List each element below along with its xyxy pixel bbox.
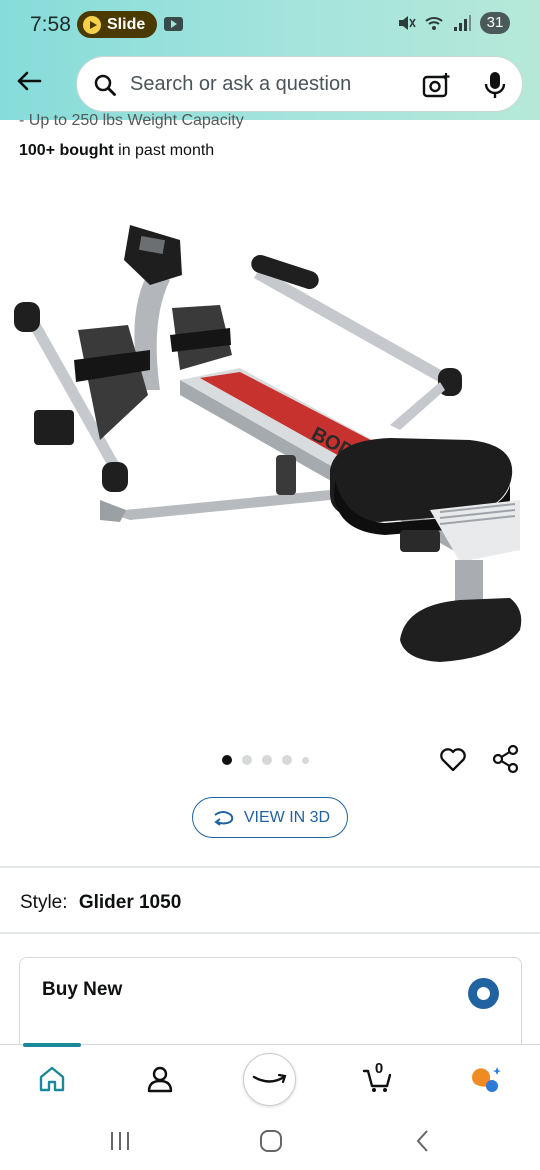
back-arrow-icon[interactable] (14, 66, 44, 96)
front-foot (400, 598, 522, 662)
bought-count: 100+ bought in past month (19, 142, 214, 160)
status-bar: 7:58 Slide 31 (0, 0, 540, 50)
cart-count: 0 (374, 1060, 384, 1077)
status-icons: 31 (396, 12, 510, 34)
mute-icon (399, 16, 416, 30)
carousel-dot[interactable] (302, 756, 309, 764)
amazon-smile-icon (252, 1073, 287, 1084)
carousel-dot[interactable] (262, 755, 272, 765)
play-icon (83, 15, 101, 34)
heart-icon[interactable] (438, 744, 468, 774)
bottom-nav: 0 (0, 1043, 540, 1112)
slide-app-pill[interactable]: Slide (77, 11, 158, 38)
back-button-icon[interactable] (408, 1126, 438, 1156)
camera-icon[interactable] (422, 71, 452, 99)
home-icon (39, 1066, 65, 1092)
carousel-dot[interactable] (282, 755, 292, 765)
view-in-3d-button[interactable]: VIEW IN 3D (192, 797, 348, 838)
style-label: Style: (20, 892, 68, 913)
carousel-dot[interactable] (242, 755, 252, 765)
view-in-3d-label: VIEW IN 3D (243, 808, 331, 826)
nav-account[interactable] (140, 1059, 180, 1099)
divider (0, 866, 540, 868)
account-icon (147, 1066, 173, 1093)
left-handle (14, 302, 40, 332)
buy-new-radio[interactable] (468, 978, 499, 1009)
rufus-icon (472, 1067, 501, 1092)
bought-count-bold: 100+ bought (19, 142, 114, 159)
active-tab-indicator (23, 1043, 81, 1047)
bought-count-rest: in past month (113, 142, 215, 159)
home-button-icon[interactable] (256, 1126, 286, 1156)
rotate-3d-icon (214, 810, 234, 826)
share-icon[interactable] (491, 744, 521, 774)
weight-capacity-bullet: - Up to 250 lbs Weight Capacity (19, 112, 244, 129)
nav-rufus[interactable] (467, 1059, 507, 1099)
recent-apps-icon[interactable] (105, 1126, 135, 1156)
nav-amazon[interactable] (243, 1053, 296, 1106)
wifi-icon (425, 17, 443, 30)
product-image[interactable]: BODY (0, 200, 540, 680)
nav-home[interactable] (32, 1059, 72, 1099)
youtube-icon (164, 17, 183, 31)
buy-new-title: Buy New (42, 979, 123, 1000)
monitor (124, 225, 182, 285)
style-selector[interactable]: Style: Glider 1050 (20, 892, 181, 914)
search-input[interactable]: Search or ask a question (76, 56, 523, 112)
carousel-dot-active[interactable] (222, 755, 232, 765)
style-value: Glider 1050 (78, 892, 182, 913)
divider (0, 932, 540, 934)
slide-label: Slide (107, 15, 146, 33)
system-nav-bar (0, 1112, 540, 1170)
signal-icon (454, 15, 471, 31)
top-header: 7:58 Slide 31 Search or ask a question (0, 0, 540, 120)
battery-badge: 31 (480, 12, 510, 34)
mic-icon[interactable] (482, 70, 508, 100)
status-time: 7:58 (30, 13, 71, 36)
search-icon (94, 74, 116, 96)
nav-cart[interactable]: 0 (357, 1059, 397, 1099)
search-placeholder: Search or ask a question (130, 73, 352, 95)
image-carousel-dots[interactable] (222, 755, 309, 765)
